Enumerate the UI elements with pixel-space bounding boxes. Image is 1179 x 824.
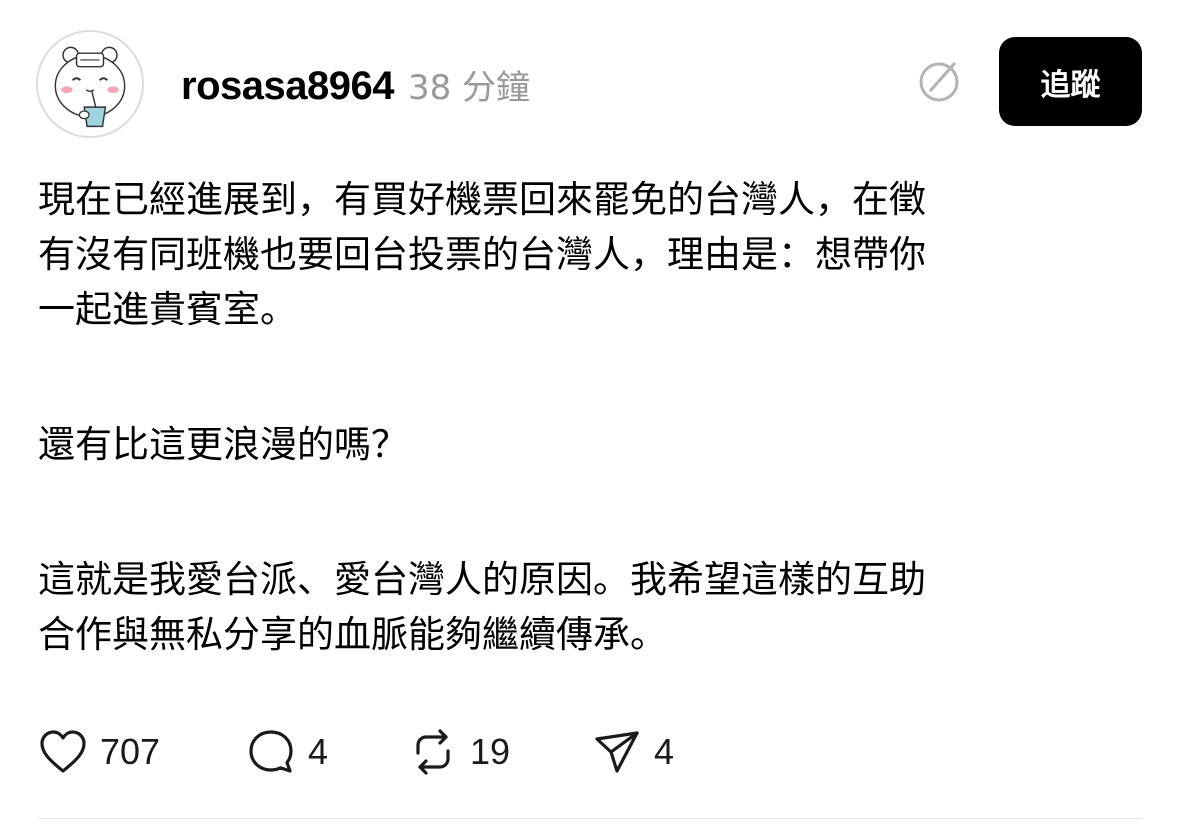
- repost-button[interactable]: 19: [408, 727, 592, 777]
- body-line: 這就是我愛台派、愛台灣人的原因。我希望這樣的互助: [38, 558, 926, 601]
- reply-count: 4: [308, 731, 329, 772]
- repost-count: 19: [470, 731, 511, 772]
- post-body: 現在已經進展到，有買好機票回來罷免的台灣人，在徵 有沒有同班機也要回台投票的台灣…: [38, 172, 1128, 662]
- share-count: 4: [654, 731, 675, 772]
- heart-icon: [40, 730, 86, 773]
- repost-arrows-icon: [416, 729, 450, 775]
- body-line: 有沒有同班機也要回台投票的台灣人，理由是：想帶你: [38, 233, 926, 276]
- reply-button[interactable]: 4: [246, 727, 408, 777]
- post-timestamp: 38 分鐘: [407, 68, 531, 108]
- body-line: 一起進貴賓室。: [38, 288, 297, 331]
- body-line: 還有比這更浪漫的嗎？: [38, 423, 408, 466]
- like-count: 707: [100, 731, 161, 772]
- body-line: 現在已經進展到，有買好機票回來罷免的台灣人，在徵: [38, 178, 926, 221]
- post-actions: 707 4 19 4: [38, 724, 674, 780]
- divider: [38, 818, 1142, 819]
- user-avatar[interactable]: [36, 30, 144, 138]
- cartoon-bear-avatar-icon: [54, 46, 126, 128]
- circle-slash-icon[interactable]: [914, 56, 964, 106]
- speech-bubble-icon: [249, 730, 293, 773]
- post-header: rosasa8964 38 分鐘: [181, 60, 530, 109]
- username[interactable]: rosasa8964: [181, 64, 394, 109]
- threads-post: rosasa8964 38 分鐘 追蹤 現在已經進展到，有買好機票回來罷免的台灣…: [0, 0, 1179, 824]
- body-line: 合作與無私分享的血脈能夠繼續傳承。: [38, 613, 667, 656]
- paper-plane-icon: [595, 731, 639, 773]
- like-button[interactable]: 707: [38, 727, 246, 777]
- follow-button[interactable]: 追蹤: [999, 37, 1142, 126]
- share-button[interactable]: 4: [592, 727, 674, 777]
